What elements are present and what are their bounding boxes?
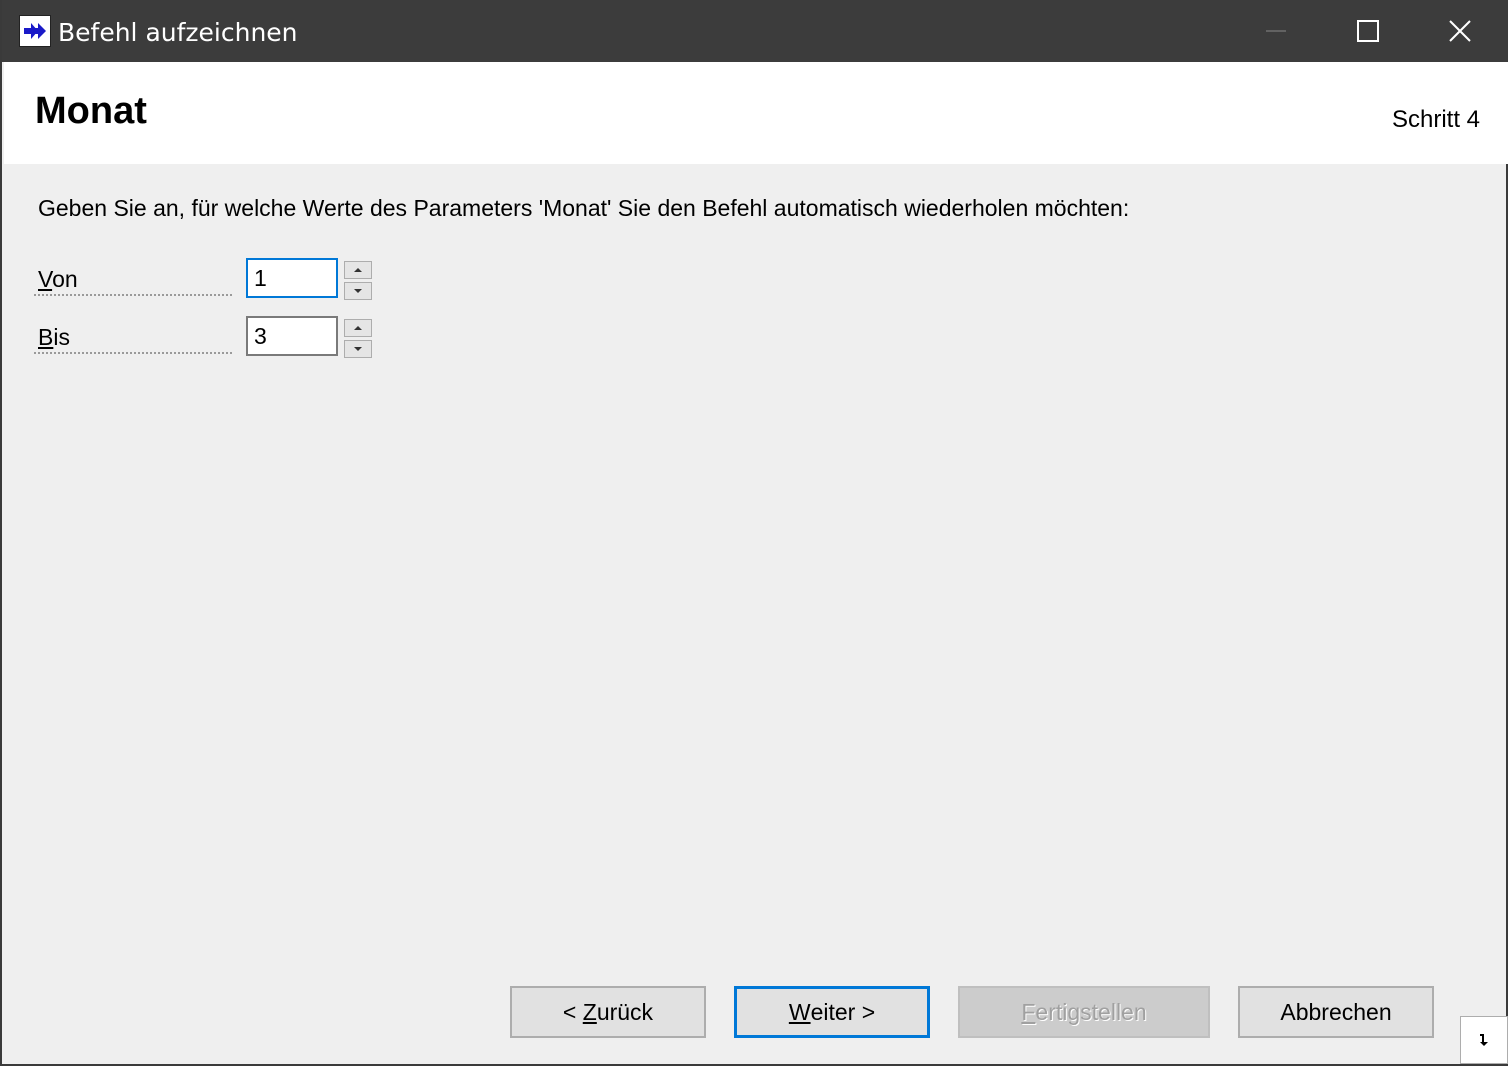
von-spin-up[interactable] (344, 261, 372, 279)
caret-down-icon (354, 347, 362, 351)
minimize-icon (1266, 30, 1286, 32)
caret-up-icon (354, 268, 362, 272)
maximize-icon (1357, 20, 1379, 42)
minimize-button[interactable] (1230, 0, 1322, 62)
von-input[interactable]: 1 (246, 258, 338, 298)
back-button[interactable]: < Zurück (510, 986, 706, 1038)
back-access-key: Z (582, 998, 597, 1025)
title-bar[interactable]: Befehl aufzeichnen (2, 0, 1508, 62)
von-label: Von (34, 260, 232, 296)
von-spin-down[interactable] (344, 282, 372, 300)
double-arrow-icon (19, 15, 51, 47)
close-icon (1449, 20, 1471, 42)
von-access-key: V (38, 266, 53, 292)
finish-access-key: F (1021, 998, 1036, 1025)
next-button[interactable]: Weiter > (734, 986, 930, 1038)
bis-label: Bis (34, 318, 232, 354)
caret-down-icon (354, 289, 362, 293)
cancel-button[interactable]: Abbrechen (1238, 986, 1434, 1038)
caret-up-icon (354, 326, 362, 330)
von-label-text: on (52, 266, 78, 292)
instruction-text: Geben Sie an, für welche Werte des Param… (38, 195, 1130, 221)
bis-access-key: B (38, 324, 54, 350)
back-prefix: < (562, 998, 583, 1025)
bis-spin-up[interactable] (344, 319, 372, 337)
finish-button[interactable]: Fertigstellen (958, 986, 1210, 1038)
step-return-icon (1480, 1034, 1488, 1046)
back-label: urück (596, 998, 654, 1025)
bis-input[interactable]: 3 (246, 316, 338, 356)
bis-spin-down[interactable] (344, 340, 372, 358)
bis-label-text: is (53, 324, 70, 350)
maximize-button[interactable] (1322, 0, 1414, 62)
wizard-header: Monat Schritt 4 (4, 62, 1508, 164)
window-title: Befehl aufzeichnen (58, 18, 298, 47)
next-label: eiter > (810, 998, 876, 1025)
dialog-window: Befehl aufzeichnen Monat Schritt 4 Geben… (0, 0, 1508, 1066)
finish-label: ertigstellen (1035, 998, 1147, 1025)
close-button[interactable] (1414, 0, 1506, 62)
step-indicator: Schritt 4 (1391, 106, 1480, 133)
page-title: Monat (35, 90, 147, 132)
next-access-key: W (788, 998, 811, 1025)
corner-button[interactable] (1460, 1016, 1508, 1064)
